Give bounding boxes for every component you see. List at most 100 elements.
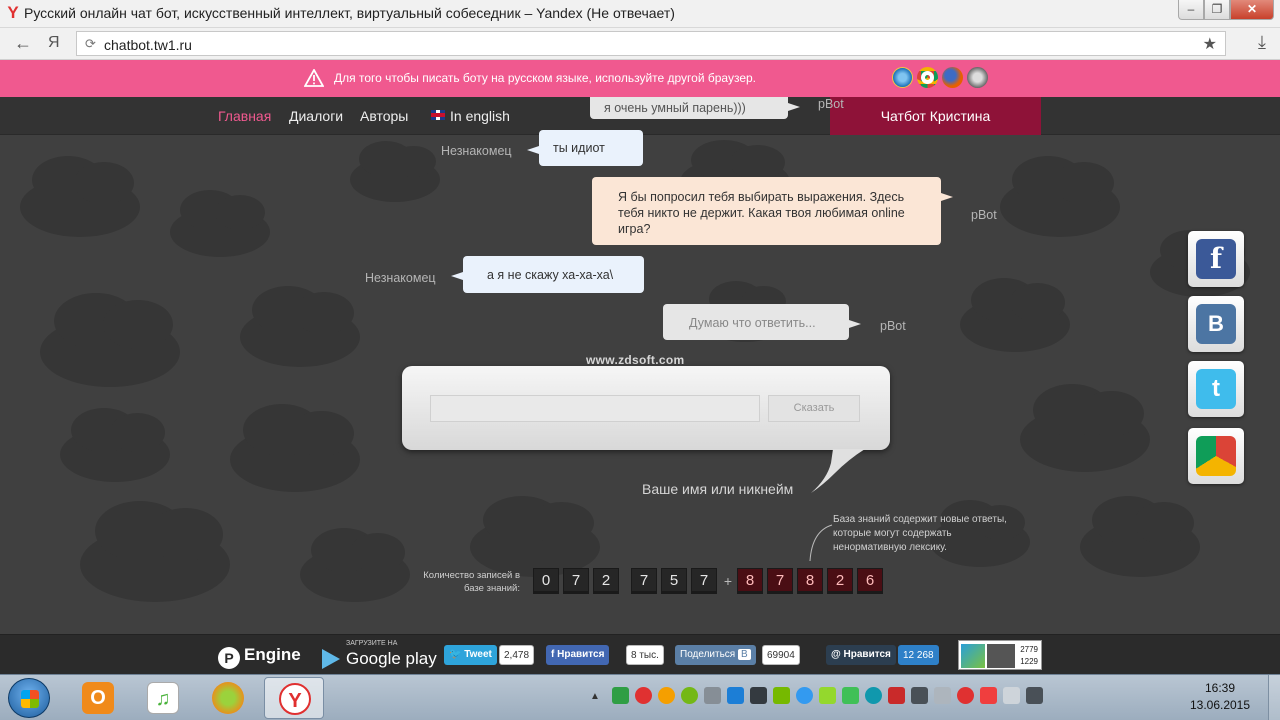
nav-english[interactable]: In english bbox=[450, 108, 510, 124]
tray-shield-icon[interactable] bbox=[980, 687, 997, 704]
mail-like-button[interactable]: @ Нравится bbox=[826, 645, 896, 665]
page-info-icon[interactable]: ⟳ bbox=[85, 36, 96, 52]
counter-plus-sign: + bbox=[723, 573, 733, 589]
vk-share-button[interactable]: B bbox=[1188, 296, 1244, 352]
engine-logo[interactable]: P Engine bbox=[218, 645, 301, 669]
cloud-decoration bbox=[1000, 156, 1120, 237]
cloud-decoration bbox=[20, 156, 140, 237]
window-controls: – ❐ ✕ bbox=[1178, 0, 1274, 22]
speaker-label: Незнакомец bbox=[365, 271, 436, 285]
engine-icon: P bbox=[218, 647, 240, 669]
url-text: chatbot.tw1.ru bbox=[104, 37, 192, 53]
nav-tab-chatbot-kristina[interactable]: Чатбот Кристина bbox=[830, 97, 1041, 135]
clock-date: 13.06.2015 bbox=[1189, 698, 1251, 712]
tweet-button[interactable]: 🐦 Tweet bbox=[444, 645, 497, 665]
bookmark-star-icon[interactable]: ★ bbox=[1203, 34, 1217, 54]
downloads-icon[interactable]: ⤓ bbox=[1258, 32, 1266, 53]
cloud-decoration bbox=[350, 141, 440, 202]
twitter-bird-icon: t bbox=[1196, 369, 1236, 409]
url-field[interactable]: ⟳ chatbot.tw1.ru ★ bbox=[76, 31, 1226, 56]
show-hidden-icons-button[interactable]: ▲ bbox=[590, 691, 600, 702]
taskbar-music-app[interactable]: ♫ bbox=[133, 677, 193, 719]
chatbot-page: Главная Диалоги Авторы In english Чатбот… bbox=[0, 97, 1280, 634]
game-ball-icon bbox=[212, 682, 244, 714]
clock-time: 16:39 bbox=[1204, 681, 1236, 695]
odnoklassniki-icon: O bbox=[82, 682, 114, 714]
nav-authors[interactable]: Авторы bbox=[360, 108, 408, 124]
taskbar-game-app[interactable] bbox=[198, 677, 258, 719]
message-text: ты идиот bbox=[553, 141, 605, 155]
tray-globe-icon[interactable] bbox=[796, 687, 813, 704]
browser-icons bbox=[892, 67, 988, 88]
bot-thinking-message: Думаю что ответить... bbox=[663, 304, 861, 340]
tray-update-icon[interactable] bbox=[842, 687, 859, 704]
start-button[interactable] bbox=[8, 678, 50, 718]
user-message: ты идиот bbox=[527, 130, 643, 166]
vk-share-count: 69904 bbox=[762, 645, 800, 665]
show-desktop-button[interactable] bbox=[1268, 675, 1280, 720]
tray-app-icon[interactable] bbox=[888, 687, 905, 704]
tray-opera-icon[interactable] bbox=[957, 687, 974, 704]
message-input[interactable] bbox=[430, 395, 760, 422]
nav-dialogs[interactable]: Диалоги bbox=[289, 108, 343, 124]
mail-like-count: 12 268 bbox=[898, 645, 939, 665]
cloud-decoration bbox=[1020, 384, 1150, 472]
tray-z-icon[interactable] bbox=[865, 687, 882, 704]
tray-a-icon[interactable] bbox=[612, 687, 629, 704]
nickname-hint[interactable]: Ваше имя или никнейм bbox=[642, 481, 793, 497]
visit-counter-widget[interactable]: 2779 1229 bbox=[958, 640, 1042, 670]
window-titlebar: Y Русский онлайн чат бот, искусственный … bbox=[0, 0, 1280, 28]
tray-monitor-icon[interactable] bbox=[750, 687, 767, 704]
twitter-share-button[interactable]: t bbox=[1188, 361, 1244, 417]
music-note-icon: ♫ bbox=[147, 682, 179, 714]
tray-record-icon[interactable] bbox=[635, 687, 652, 704]
message-text: Я бы попросил тебя выбирать выражения. З… bbox=[618, 190, 905, 236]
tray-network-icon[interactable] bbox=[727, 687, 744, 704]
yandex-home-button[interactable]: Я bbox=[48, 34, 60, 52]
ie-icon[interactable] bbox=[892, 67, 913, 88]
bot-message: Я бы попросил тебя выбирать выражения. З… bbox=[592, 177, 953, 245]
facebook-like-button[interactable]: f Нравится bbox=[546, 645, 610, 665]
tray-flag-icon[interactable] bbox=[1003, 687, 1020, 704]
records-count-label: Количество записей в базе знаний: bbox=[423, 570, 520, 594]
old-message-text: я очень умный парень))) bbox=[604, 101, 746, 115]
facebook-share-button[interactable]: f bbox=[1188, 231, 1244, 287]
new-records-digit: 7 bbox=[767, 568, 793, 594]
tray-ball-icon[interactable] bbox=[681, 687, 698, 704]
firefox-icon[interactable] bbox=[942, 67, 963, 88]
chrome-store-icon bbox=[1196, 436, 1236, 476]
taskbar-clock[interactable]: 16:39 13.06.2015 bbox=[1184, 680, 1256, 714]
window-title: Русский онлайн чат бот, искусственный ин… bbox=[24, 5, 675, 21]
send-button[interactable]: Сказать bbox=[768, 395, 860, 422]
warning-triangle-icon bbox=[304, 69, 324, 87]
chrome-icon[interactable] bbox=[917, 67, 938, 88]
counter-digit: 5 bbox=[661, 568, 687, 594]
old-bot-message: я очень умный парень))) bbox=[590, 97, 800, 119]
tray-display-icon[interactable] bbox=[911, 687, 928, 704]
tray-android-icon[interactable] bbox=[819, 687, 836, 704]
taskbar-odnoklassniki[interactable]: O bbox=[68, 677, 128, 719]
warning-text: Для того чтобы писать боту на русском яз… bbox=[334, 71, 757, 85]
tray-nvidia-icon[interactable] bbox=[773, 687, 790, 704]
cloud-decoration bbox=[80, 500, 230, 602]
tray-smile-icon[interactable] bbox=[658, 687, 675, 704]
tray-chart-icon[interactable] bbox=[704, 687, 721, 704]
cloud-decoration bbox=[240, 286, 360, 367]
close-button[interactable]: ✕ bbox=[1230, 0, 1274, 20]
safari-icon[interactable] bbox=[967, 67, 988, 88]
back-arrow-icon[interactable]: ← bbox=[14, 33, 32, 54]
tray-battery-icon[interactable] bbox=[1026, 687, 1043, 704]
vk-share-label: Поделиться bbox=[680, 649, 736, 660]
maximize-button[interactable]: ❐ bbox=[1204, 0, 1230, 20]
nav-home[interactable]: Главная bbox=[218, 108, 271, 124]
chrome-store-button[interactable] bbox=[1188, 428, 1244, 484]
tray-volume-icon[interactable] bbox=[934, 687, 951, 704]
minimize-button[interactable]: – bbox=[1178, 0, 1204, 20]
cloud-decoration bbox=[230, 404, 360, 492]
counter-digit: 0 bbox=[533, 568, 559, 594]
windows-taskbar: O ♫ Y ▲ 16:39 13.06.2015 bbox=[0, 674, 1280, 720]
taskbar-yandex-browser[interactable]: Y bbox=[264, 677, 324, 719]
vk-share-footer-button[interactable]: Поделиться B bbox=[675, 645, 756, 665]
cloud-decoration bbox=[960, 277, 1070, 352]
speaker-label: pBot bbox=[880, 319, 906, 333]
